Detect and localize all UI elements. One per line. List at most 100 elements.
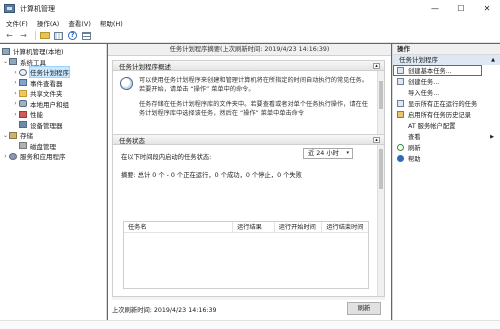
status-summary: 摘要: 总计 0 个 - 0 个正在运行，0 个成功，0 个停止，0 个失败 — [121, 172, 302, 179]
menu-view[interactable]: 查看(V) — [68, 18, 91, 28]
show-running-tasks-action[interactable]: 显示所有正在运行的任务 — [393, 98, 500, 109]
menu-file[interactable]: 文件(F) — [6, 18, 28, 28]
refresh-action[interactable]: 刷新 — [393, 142, 500, 153]
action-pane-icon — [82, 31, 91, 40]
column-run-result[interactable]: 运行结果 — [233, 221, 275, 233]
create-basic-task-icon — [397, 67, 404, 74]
create-basic-task-action[interactable]: 创建基本任务... — [393, 65, 482, 76]
status-period-value: 近 24 小时 — [308, 150, 339, 157]
window-controls: — ☐ ✕ — [422, 0, 500, 17]
overview-text: 任务存储在任务计划程序库的文件夹中。若要查看或者对单个任务执行操作，请在任务计划… — [139, 101, 368, 117]
chevron-down-icon: ▾ — [346, 150, 349, 156]
column-task-name[interactable]: 任务名 — [124, 221, 234, 233]
computer-mgmt-icon — [2, 47, 10, 55]
action-label: 创建任务... — [408, 79, 440, 86]
refresh-button[interactable]: 刷新 — [347, 302, 381, 315]
at-service-config-action[interactable]: AT 服务帐户配置 — [393, 120, 500, 131]
tree-item-shared-folders[interactable]: › 共享文件夹 — [0, 88, 106, 99]
status-scrollbar[interactable] — [377, 145, 384, 296]
expand-icon[interactable]: › — [12, 69, 19, 76]
column-run-end[interactable]: 运行结束时间 — [322, 222, 368, 233]
status-period-row: 在以下时间段内启动的任务状态: — [121, 152, 211, 161]
status-panel: 在以下时间段内启动的任务状态: 近 24 小时 ▾ 摘要: 总计 0 个 - 0… — [112, 145, 385, 297]
expand-icon[interactable]: › — [12, 79, 19, 86]
action-label: 刷新 — [408, 145, 421, 152]
maximize-button[interactable]: ☐ — [448, 0, 474, 17]
help-action[interactable]: 帮助 — [393, 153, 500, 164]
close-button[interactable]: ✕ — [474, 0, 500, 17]
expand-icon[interactable]: › — [12, 100, 19, 107]
tree-item-performance[interactable]: › 性能 — [0, 109, 106, 120]
action-label: 导入任务... — [408, 90, 440, 97]
blank-icon — [397, 89, 404, 96]
tree-item-label: 设备管理器 — [30, 121, 63, 130]
expand-icon[interactable]: › — [12, 111, 19, 118]
summary-body: 任务计划程序概述 ▴ 可以使用任务计划程序来创建和管理计算机将在所指定的时间自动… — [112, 60, 385, 300]
tree-item-label: 存储 — [20, 132, 33, 141]
action-label: 启用所有任务历史记录 — [408, 112, 471, 119]
forward-arrow-icon[interactable]: → — [18, 30, 29, 41]
tree-item-system-tools[interactable]: ⌄ 系统工具 — [0, 57, 106, 68]
status-bar — [0, 320, 500, 329]
last-refresh-time: 上次刷新时间: 2019/4/23 14:16:39 — [112, 306, 217, 314]
overview-text: 可以使用任务计划程序来创建和管理计算机将在所指定的时间自动执行的常见任务。若要开… — [139, 77, 368, 93]
scrollbar-thumb[interactable] — [379, 149, 383, 189]
create-task-action[interactable]: 创建任务... — [393, 76, 500, 87]
enable-task-history-action[interactable]: 启用所有任务历史记录 — [393, 109, 500, 120]
show-hide-tree-button[interactable] — [53, 30, 64, 41]
overview-section-header[interactable]: 任务计划程序概述 ▴ — [112, 60, 385, 71]
expand-icon[interactable]: › — [2, 153, 9, 160]
tree-item-storage[interactable]: ⌄ 存储 — [0, 130, 106, 141]
up-folder-button[interactable] — [39, 30, 50, 41]
overview-title: 任务计划程序概述 — [119, 62, 171, 71]
tree-item-task-scheduler[interactable]: › 任务计划程序 — [0, 66, 106, 79]
actions-section-task-scheduler[interactable]: 任务计划程序 ▲ — [393, 55, 500, 65]
computer-management-icon — [4, 4, 15, 13]
import-task-action[interactable]: 导入任务... — [393, 87, 500, 98]
collapse-section-icon[interactable]: ▴ — [373, 137, 380, 143]
tree-item-label: 计算机管理(本地) — [13, 48, 64, 57]
tree-item-computer-management[interactable]: 计算机管理(本地) — [0, 46, 106, 57]
help-button[interactable]: ? — [67, 30, 78, 41]
task-status-table: 任务名 运行结果 运行开始时间 运行结束时间 — [123, 221, 369, 289]
menu-bar: 文件(F) 操作(A) 查看(V) 帮助(H) — [0, 17, 500, 29]
actions-pane: 操作 任务计划程序 ▲ 创建基本任务... 创建任务... 导入任务... 显示… — [392, 44, 500, 320]
tree-item-local-users[interactable]: › 本地用户和组 — [0, 99, 106, 110]
minimize-button[interactable]: — — [422, 0, 448, 17]
device-manager-icon — [19, 121, 27, 129]
column-run-start[interactable]: 运行开始时间 — [275, 221, 323, 233]
view-action[interactable]: 查看 ▶ — [393, 131, 500, 142]
status-section-header[interactable]: 任务状态 ▴ — [112, 134, 385, 145]
table-header: 任务名 运行结果 运行开始时间 运行结束时间 — [124, 221, 368, 233]
status-period-select[interactable]: 近 24 小时 ▾ — [303, 148, 353, 159]
clock-icon — [120, 77, 133, 90]
show-action-pane-button[interactable] — [81, 30, 92, 41]
tree-item-device-manager[interactable]: 设备管理器 — [0, 120, 106, 131]
collapse-section-icon[interactable]: ▴ — [373, 63, 380, 69]
collapse-up-icon[interactable]: ▲ — [491, 55, 495, 65]
action-label: 显示所有正在运行的任务 — [408, 101, 478, 108]
overview-scrollbar[interactable] — [377, 71, 384, 134]
expand-icon[interactable]: › — [12, 90, 19, 97]
status-period-label: 在以下时间段内启动的任务状态: — [121, 154, 212, 161]
collapse-icon[interactable]: ⌄ — [2, 58, 9, 65]
tree-item-disk-management[interactable]: 磁盘管理 — [0, 141, 106, 152]
summary-footer: 上次刷新时间: 2019/4/23 14:16:39 刷新 — [112, 302, 385, 316]
action-label: 帮助 — [408, 156, 421, 163]
tree-item-label: 性能 — [30, 111, 43, 120]
title-bar: 计算机管理 — ☐ ✕ — [0, 0, 500, 17]
toolbar-divider — [35, 31, 36, 40]
menu-help[interactable]: 帮助(H) — [100, 18, 123, 28]
menu-action[interactable]: 操作(A) — [37, 18, 60, 28]
console-tree: 计算机管理(本地) ⌄ 系统工具 › 任务计划程序 › 事件查看器 › 共享文件… — [0, 44, 107, 320]
console-tree-icon — [54, 31, 63, 40]
task-scheduler-icon — [19, 68, 27, 76]
back-arrow-icon[interactable]: ← — [4, 30, 15, 41]
collapse-icon[interactable]: ⌄ — [2, 132, 9, 139]
action-label: 创建基本任务... — [408, 68, 452, 75]
tree-item-services-apps[interactable]: › 服务和应用程序 — [0, 151, 106, 162]
window-title: 计算机管理 — [20, 4, 55, 13]
tree-item-label: 服务和应用程序 — [20, 153, 66, 162]
tree-item-event-viewer[interactable]: › 事件查看器 — [0, 78, 106, 89]
scrollbar-thumb[interactable] — [379, 81, 383, 109]
